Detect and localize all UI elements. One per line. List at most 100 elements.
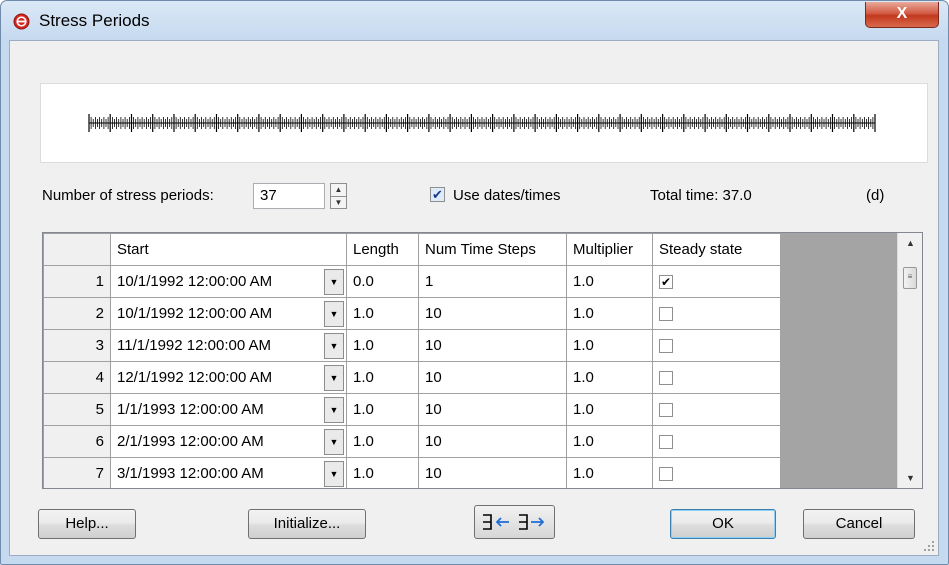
- num-time-steps-cell[interactable]: 1: [418, 265, 567, 298]
- multiplier-cell[interactable]: 1.0: [566, 329, 653, 362]
- length-cell[interactable]: 1.0: [346, 393, 419, 426]
- column-header-start[interactable]: Start: [110, 233, 347, 266]
- start-dropdown-icon[interactable]: ▼: [324, 301, 344, 327]
- num-periods-input[interactable]: 37: [253, 183, 325, 209]
- steady-state-cell[interactable]: [652, 425, 781, 458]
- spin-down-icon[interactable]: ▼: [331, 197, 346, 209]
- start-dropdown-icon[interactable]: ▼: [324, 333, 344, 359]
- ok-button[interactable]: OK: [670, 509, 776, 539]
- steady-state-cell[interactable]: ✔: [652, 265, 781, 298]
- start-dropdown-icon[interactable]: ▼: [324, 269, 344, 295]
- table-row[interactable]: 1 10/1/1992 12:00:00 AM ▼ 0.0 1 1.0 ✔: [43, 265, 781, 298]
- steady-state-checkbox[interactable]: [659, 371, 673, 386]
- table-row[interactable]: 6 2/1/1993 12:00:00 AM ▼ 1.0 10 1.0: [43, 425, 781, 458]
- length-cell[interactable]: 1.0: [346, 425, 419, 458]
- use-dates-label: Use dates/times: [453, 187, 561, 204]
- steady-state-cell[interactable]: [652, 457, 781, 488]
- start-cell[interactable]: 12/1/1992 12:00:00 AM ▼: [110, 361, 347, 394]
- column-header-num-time-steps[interactable]: Num Time Steps: [418, 233, 567, 266]
- row-number[interactable]: 1: [43, 265, 111, 298]
- insert-rows-icon[interactable]: [479, 511, 515, 533]
- table-row[interactable]: 5 1/1/1993 12:00:00 AM ▼ 1.0 10 1.0: [43, 393, 781, 426]
- length-cell[interactable]: 0.0: [346, 265, 419, 298]
- start-value: 11/1/1992 12:00:00 AM: [117, 337, 272, 354]
- length-cell[interactable]: 1.0: [346, 297, 419, 330]
- timeline-ticks: [88, 114, 876, 132]
- table-row[interactable]: 3 11/1/1992 12:00:00 AM ▼ 1.0 10 1.0: [43, 329, 781, 362]
- start-value: 12/1/1992 12:00:00 AM: [117, 369, 273, 386]
- steady-state-checkbox[interactable]: [659, 403, 673, 418]
- grid-empty-area: [780, 233, 897, 488]
- table-row[interactable]: 4 12/1/1992 12:00:00 AM ▼ 1.0 10 1.0: [43, 361, 781, 394]
- start-dropdown-icon[interactable]: ▼: [324, 397, 344, 423]
- length-cell[interactable]: 1.0: [346, 329, 419, 362]
- multiplier-cell[interactable]: 1.0: [566, 457, 653, 488]
- insert-delete-rows-button[interactable]: [474, 505, 555, 539]
- units-label: (d): [866, 187, 885, 204]
- steady-state-cell[interactable]: [652, 297, 781, 330]
- steady-state-cell[interactable]: [652, 393, 781, 426]
- vertical-scrollbar[interactable]: ▲ ≡ ▼: [897, 233, 922, 488]
- start-cell[interactable]: 1/1/1993 12:00:00 AM ▼: [110, 393, 347, 426]
- start-dropdown-icon[interactable]: ▼: [324, 429, 344, 455]
- multiplier-cell[interactable]: 1.0: [566, 297, 653, 330]
- table-row[interactable]: 2 10/1/1992 12:00:00 AM ▼ 1.0 10 1.0: [43, 297, 781, 330]
- scroll-down-icon[interactable]: ▼: [898, 468, 922, 488]
- initialize-button[interactable]: Initialize...: [248, 509, 366, 539]
- cancel-button[interactable]: Cancel: [803, 509, 915, 539]
- title-bar[interactable]: Stress Periods X: [1, 1, 948, 41]
- multiplier-cell[interactable]: 1.0: [566, 361, 653, 394]
- use-dates-checkbox[interactable]: ✔: [430, 187, 445, 202]
- delete-rows-icon[interactable]: [515, 511, 551, 533]
- column-header-length[interactable]: Length: [346, 233, 419, 266]
- row-number[interactable]: 4: [43, 361, 111, 394]
- num-time-steps-cell[interactable]: 10: [418, 425, 567, 458]
- spin-up-icon[interactable]: ▲: [331, 184, 346, 197]
- multiplier-cell[interactable]: 1.0: [566, 265, 653, 298]
- steady-state-cell[interactable]: [652, 329, 781, 362]
- length-cell[interactable]: 1.0: [346, 457, 419, 488]
- row-number[interactable]: 3: [43, 329, 111, 362]
- steady-state-cell[interactable]: [652, 361, 781, 394]
- steady-state-checkbox[interactable]: [659, 339, 673, 354]
- num-time-steps-cell[interactable]: 10: [418, 329, 567, 362]
- steady-state-checkbox[interactable]: [659, 467, 673, 482]
- total-time-label: Total time: 37.0: [650, 187, 752, 204]
- multiplier-cell[interactable]: 1.0: [566, 425, 653, 458]
- row-number[interactable]: 5: [43, 393, 111, 426]
- scroll-thumb[interactable]: ≡: [903, 267, 917, 289]
- column-header-steady-state[interactable]: Steady state: [652, 233, 781, 266]
- num-time-steps-cell[interactable]: 10: [418, 457, 567, 488]
- start-dropdown-icon[interactable]: ▼: [324, 365, 344, 391]
- start-cell[interactable]: 10/1/1992 12:00:00 AM ▼: [110, 265, 347, 298]
- column-header-multiplier[interactable]: Multiplier: [566, 233, 653, 266]
- scroll-up-icon[interactable]: ▲: [898, 233, 922, 253]
- start-cell[interactable]: 2/1/1993 12:00:00 AM ▼: [110, 425, 347, 458]
- length-cell[interactable]: 1.0: [346, 361, 419, 394]
- multiplier-cell[interactable]: 1.0: [566, 393, 653, 426]
- steady-state-checkbox[interactable]: ✔: [659, 275, 673, 290]
- row-number[interactable]: 6: [43, 425, 111, 458]
- num-time-steps-cell[interactable]: 10: [418, 393, 567, 426]
- stress-periods-table: Start Length Num Time Steps Multiplier S…: [43, 233, 781, 488]
- steady-state-checkbox[interactable]: [659, 435, 673, 450]
- dialog-body: Number of stress periods: 37 ▲ ▼ ✔ Use d…: [9, 40, 939, 556]
- start-cell[interactable]: 3/1/1993 12:00:00 AM ▼: [110, 457, 347, 488]
- start-dropdown-icon[interactable]: ▼: [324, 461, 344, 487]
- num-time-steps-cell[interactable]: 10: [418, 297, 567, 330]
- start-cell[interactable]: 11/1/1992 12:00:00 AM ▼: [110, 329, 347, 362]
- help-button[interactable]: Help...: [38, 509, 136, 539]
- num-periods-spinner[interactable]: ▲ ▼: [330, 183, 347, 209]
- corner-header[interactable]: [43, 233, 111, 266]
- num-time-steps-cell[interactable]: 10: [418, 361, 567, 394]
- steady-state-checkbox[interactable]: [659, 307, 673, 322]
- stress-periods-grid: Start Length Num Time Steps Multiplier S…: [42, 232, 923, 489]
- start-value: 10/1/1992 12:00:00 AM: [117, 273, 273, 290]
- resize-grip-icon[interactable]: [923, 540, 935, 552]
- table-row[interactable]: 7 3/1/1993 12:00:00 AM ▼ 1.0 10 1.0: [43, 457, 781, 488]
- start-cell[interactable]: 10/1/1992 12:00:00 AM ▼: [110, 297, 347, 330]
- close-button[interactable]: X: [865, 2, 939, 28]
- row-number[interactable]: 7: [43, 457, 111, 488]
- num-periods-label: Number of stress periods:: [42, 187, 214, 204]
- row-number[interactable]: 2: [43, 297, 111, 330]
